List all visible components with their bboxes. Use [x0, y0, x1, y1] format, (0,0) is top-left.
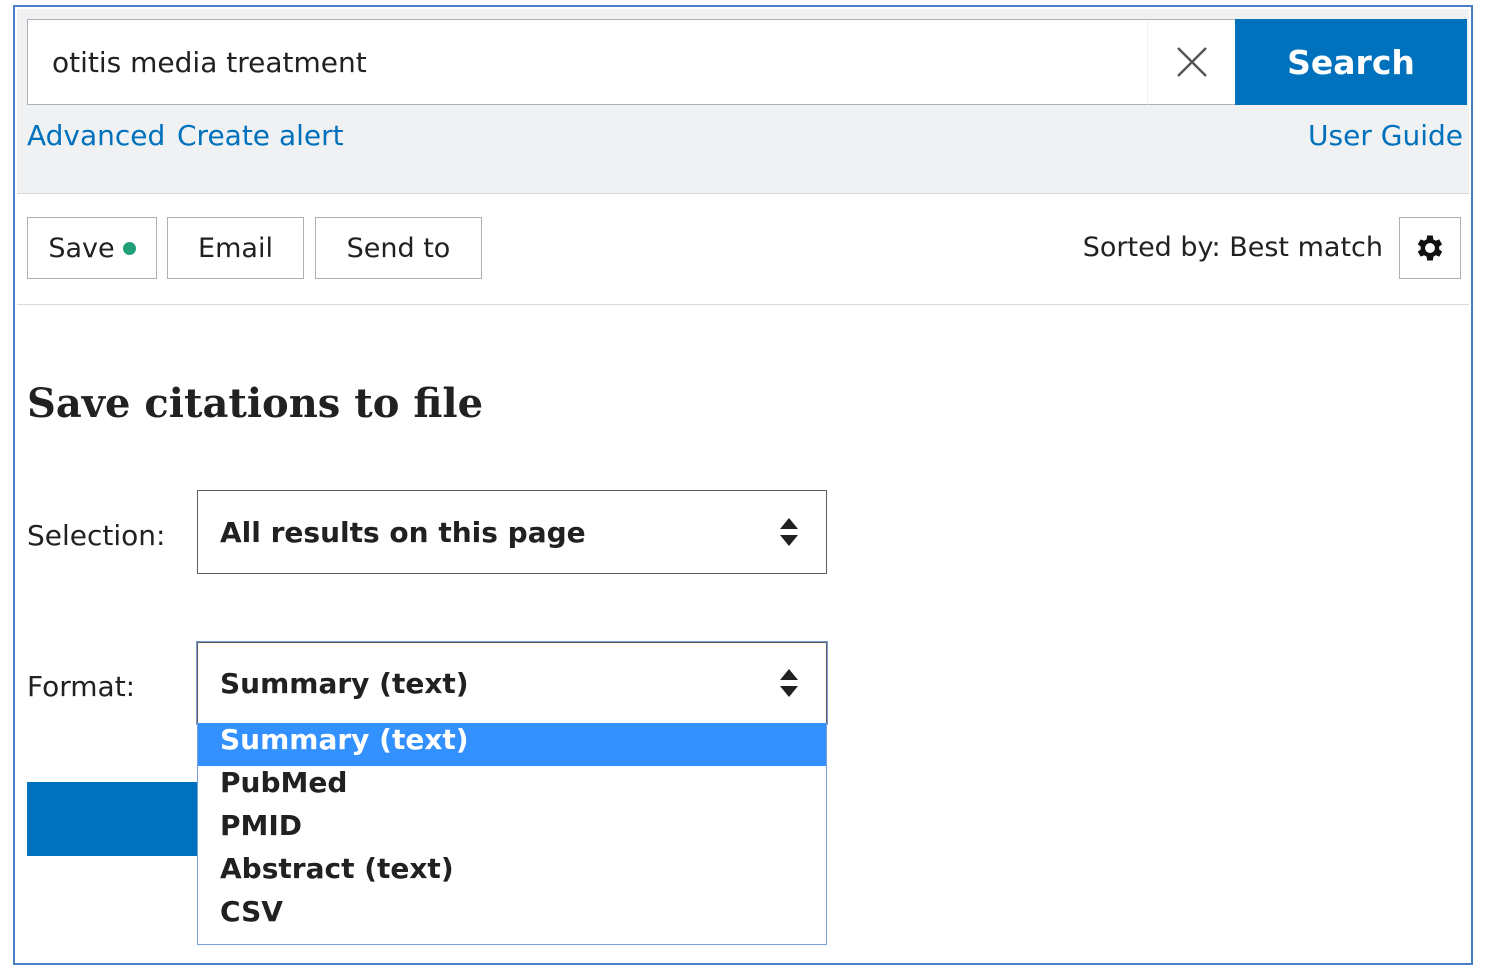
save-button-label: Save — [48, 232, 115, 264]
search-button[interactable]: Search — [1235, 19, 1467, 105]
save-active-dot — [122, 241, 136, 255]
search-input[interactable] — [27, 19, 1147, 105]
advanced-link[interactable]: Advanced — [27, 119, 165, 152]
format-dropdown-list: Summary (text) PubMed PMID Abstract (tex… — [197, 723, 827, 945]
save-button[interactable]: Save — [27, 217, 157, 279]
format-select[interactable]: Summary (text) — [197, 642, 827, 724]
gear-icon — [1417, 235, 1443, 261]
selection-select-value: All results on this page — [220, 515, 586, 549]
format-option-summary-text[interactable]: Summary (text) — [198, 723, 826, 766]
page-frame: Search Advanced Create alert User Guide … — [13, 5, 1473, 965]
sort-label: Sorted by: Best match — [1082, 232, 1383, 263]
email-button-label: Email — [198, 232, 273, 264]
user-guide-link[interactable]: User Guide — [1308, 119, 1463, 152]
clear-search-button[interactable] — [1147, 19, 1235, 105]
format-label: Format: — [27, 670, 136, 703]
format-option-pmid[interactable]: PMID — [198, 809, 826, 852]
send-to-button-label: Send to — [346, 232, 451, 264]
email-button[interactable]: Email — [167, 217, 304, 279]
selection-select[interactable]: All results on this page — [197, 490, 827, 574]
results-toolbar: Save Email Send to Sorted by: Best match — [17, 194, 1469, 305]
format-select-value: Summary (text) — [220, 666, 469, 700]
format-option-pubmed[interactable]: PubMed — [198, 766, 826, 809]
sort-arrows-icon — [780, 518, 798, 546]
selection-label: Selection: — [27, 519, 166, 552]
sort-arrows-icon — [780, 669, 798, 697]
save-panel-title: Save citations to file — [27, 380, 484, 427]
create-alert-link[interactable]: Create alert — [177, 119, 344, 152]
display-options-button[interactable] — [1399, 217, 1461, 279]
close-icon — [1176, 47, 1207, 77]
format-option-csv[interactable]: CSV — [198, 895, 826, 938]
search-area: Search Advanced Create alert User Guide — [17, 9, 1469, 194]
send-to-button[interactable]: Send to — [315, 217, 482, 279]
format-option-abstract-text[interactable]: Abstract (text) — [198, 852, 826, 895]
